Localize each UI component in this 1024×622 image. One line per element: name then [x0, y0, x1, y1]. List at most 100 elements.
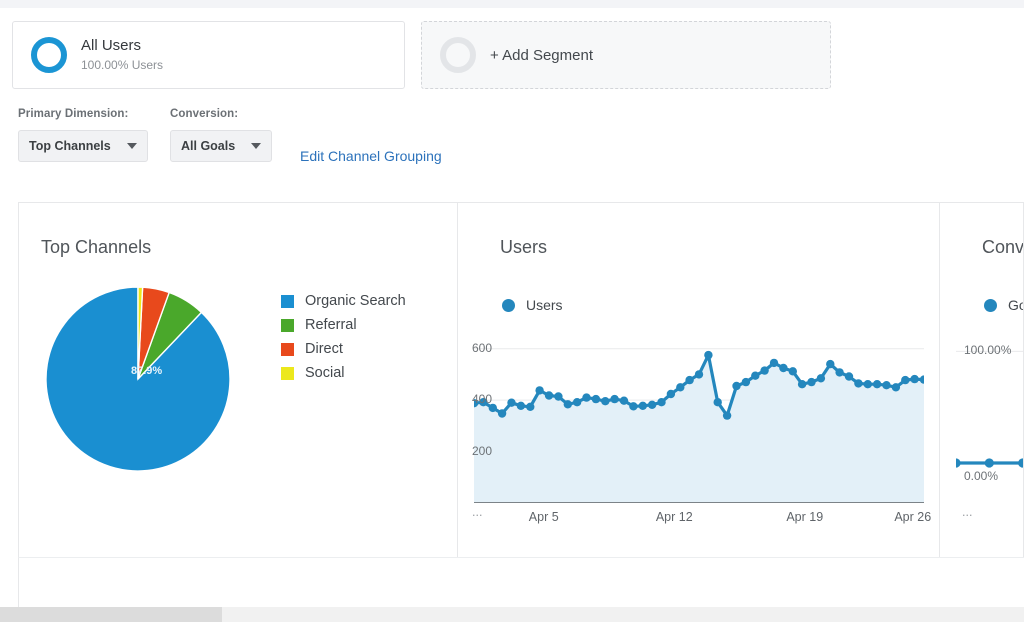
primary-dimension-group: Primary Dimension: Top Channels: [18, 108, 148, 162]
data-point[interactable]: [835, 368, 844, 377]
pie-legend: Organic Search Referral Direct Social: [281, 289, 406, 385]
data-point[interactable]: [1018, 458, 1023, 468]
add-segment-button[interactable]: + Add Segment: [421, 21, 831, 89]
data-point[interactable]: [591, 394, 601, 404]
panel-bottom-area: [18, 557, 1024, 607]
pie-legend-item[interactable]: Social: [281, 361, 406, 385]
data-point[interactable]: [713, 398, 722, 407]
controls-row: Primary Dimension: Top Channels Conversi…: [0, 108, 1024, 176]
segment-title: All Users: [81, 36, 142, 54]
legend-swatch-icon: [281, 294, 294, 308]
data-point[interactable]: [507, 398, 516, 407]
data-point[interactable]: [516, 401, 526, 410]
overview-panels: Top Channels 87.9% Organic Search Referra…: [18, 202, 1024, 557]
y-axis-tick-label: 200: [472, 443, 493, 458]
x-axis-truncated-label: ...: [962, 505, 973, 519]
data-point[interactable]: [526, 402, 535, 411]
users-chart[interactable]: [469, 323, 929, 504]
primary-dimension-label: Primary Dimension:: [18, 108, 129, 120]
data-point[interactable]: [722, 411, 732, 420]
data-point[interactable]: [769, 358, 779, 368]
segment-text: All Users 100.00% Users: [81, 37, 163, 74]
legend-dot-icon: [502, 298, 515, 312]
horizontal-scrollbar-thumb[interactable]: [0, 607, 222, 622]
data-point[interactable]: [601, 397, 610, 406]
data-point[interactable]: [984, 458, 994, 468]
data-point[interactable]: [704, 350, 713, 360]
x-axis-tick-label: Apr 26: [894, 510, 932, 524]
data-point[interactable]: [657, 398, 666, 407]
data-point[interactable]: [694, 370, 704, 379]
conversions-legend[interactable]: Go: [984, 297, 1023, 313]
data-point[interactable]: [676, 383, 685, 392]
data-point[interactable]: [647, 400, 657, 409]
ring-icon: [31, 37, 67, 73]
data-point[interactable]: [826, 359, 835, 369]
panel-title-users: Users: [500, 237, 548, 257]
data-point[interactable]: [891, 383, 901, 392]
data-point[interactable]: [882, 381, 891, 390]
data-point[interactable]: [760, 366, 769, 375]
pie-legend-label: Organic Search: [305, 293, 406, 309]
data-point[interactable]: [582, 393, 591, 402]
data-point[interactable]: [872, 380, 882, 389]
top-strip: [0, 0, 1024, 8]
legend-swatch-icon: [281, 366, 294, 380]
users-legend-label: Users: [526, 297, 563, 313]
data-point[interactable]: [797, 380, 807, 389]
data-point[interactable]: [751, 371, 760, 380]
y-axis-tick-label: 400: [472, 392, 493, 407]
data-point[interactable]: [844, 372, 854, 381]
y-axis-tick-label: 100.00%: [964, 343, 1012, 358]
data-point[interactable]: [807, 377, 816, 387]
data-point[interactable]: [666, 389, 676, 399]
pie-chart[interactable]: [45, 286, 231, 472]
data-point[interactable]: [779, 363, 788, 373]
data-point[interactable]: [788, 367, 797, 376]
data-point[interactable]: [572, 398, 582, 407]
panel-top-channels: Top Channels 87.9% Organic Search Referra…: [19, 203, 457, 557]
pie-legend-item[interactable]: Organic Search: [281, 289, 406, 313]
data-point[interactable]: [732, 381, 741, 391]
data-point[interactable]: [563, 400, 572, 409]
data-point[interactable]: [554, 392, 563, 401]
data-point[interactable]: [610, 394, 619, 404]
x-axis-truncated-label: ...: [472, 505, 483, 519]
data-point[interactable]: [816, 374, 826, 383]
data-point[interactable]: [535, 386, 544, 395]
data-point[interactable]: [685, 375, 694, 385]
pie-legend-item[interactable]: Referral: [281, 313, 406, 337]
data-point[interactable]: [544, 391, 554, 400]
data-point[interactable]: [863, 380, 872, 389]
data-point[interactable]: [951, 458, 961, 468]
edit-channel-grouping-link[interactable]: Edit Channel Grouping: [300, 148, 442, 164]
panel-title-top-channels: Top Channels: [41, 237, 152, 257]
y-axis-tick-label: 0.00%: [964, 469, 999, 483]
pie-chart-svg: [45, 286, 231, 472]
data-point[interactable]: [629, 402, 638, 411]
conversion-select[interactable]: All Goals: [170, 130, 273, 162]
conversion-group: Conversion: All Goals: [170, 108, 273, 162]
segment-card-all-users[interactable]: All Users 100.00% Users: [12, 21, 405, 89]
add-segment-label: + Add Segment: [490, 46, 593, 64]
pie-legend-item[interactable]: Direct: [281, 337, 406, 361]
users-legend[interactable]: Users: [502, 297, 563, 313]
data-point[interactable]: [901, 375, 910, 385]
data-point[interactable]: [854, 379, 863, 388]
users-chart-svg: [469, 348, 929, 504]
panel-users: Users Users 200 400 600 Apr 5 Apr 12 Apr 19 A…: [457, 203, 939, 557]
chevron-down-icon: [126, 143, 137, 149]
data-point[interactable]: [638, 401, 647, 410]
primary-dimension-value: Top Channels: [29, 139, 111, 153]
y-axis-tick-label: 600: [472, 340, 493, 355]
conversions-legend-label: Go: [1008, 297, 1023, 313]
data-point[interactable]: [619, 396, 629, 405]
pie-legend-label: Direct: [305, 341, 343, 357]
data-point[interactable]: [910, 374, 919, 384]
analytics-channels-page: All Users 100.00% Users + Add Segment Pr…: [0, 0, 1024, 622]
data-point[interactable]: [741, 377, 751, 387]
x-axis-tick-label: Apr 12: [655, 510, 693, 524]
data-point[interactable]: [497, 409, 507, 418]
segment-bar: All Users 100.00% Users + Add Segment: [0, 8, 1024, 104]
primary-dimension-select[interactable]: Top Channels: [18, 130, 148, 162]
